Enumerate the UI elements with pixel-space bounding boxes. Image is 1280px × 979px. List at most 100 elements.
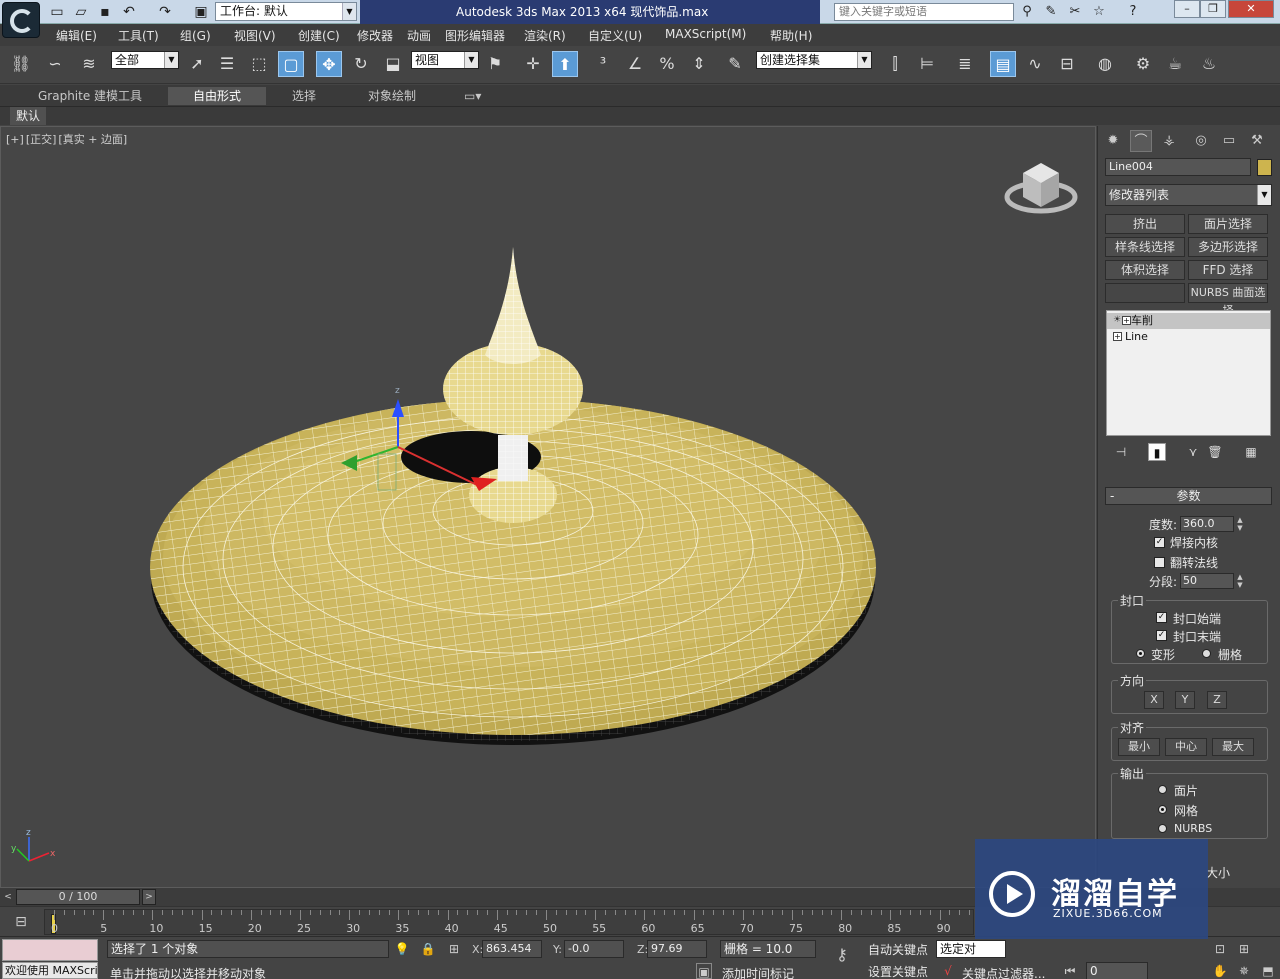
curve-editor-icon[interactable]: ∿ (1022, 51, 1048, 77)
save-file-icon[interactable]: ▪ (96, 4, 114, 20)
select-by-name-icon[interactable]: ☰ (214, 51, 240, 77)
bind-space-warp-icon[interactable]: ≋ (76, 51, 102, 77)
material-editor-icon[interactable]: ◍ (1092, 51, 1118, 77)
stack-item-line[interactable]: + Line (1107, 329, 1270, 345)
output-patch-radio[interactable] (1158, 785, 1167, 794)
pan-view-icon[interactable]: ✋ (1212, 963, 1228, 979)
rendered-frame-window-icon[interactable]: ☕ (1162, 51, 1188, 77)
motion-panel-icon[interactable]: ◎ (1190, 130, 1212, 152)
menu-graph-editors[interactable]: 图形编辑器 (445, 27, 505, 44)
ffd-select-button[interactable]: FFD 选择 (1188, 260, 1268, 280)
object-name-field[interactable]: Line004 (1105, 158, 1251, 176)
show-end-result-icon[interactable]: ▮ (1148, 443, 1166, 461)
time-slider-thumb[interactable]: 0 / 100 (16, 889, 140, 905)
add-time-tag-label[interactable]: 添加时间标记 (722, 965, 794, 979)
spline-select-button[interactable]: 样条线选择 (1105, 237, 1185, 257)
time-slider-next-icon[interactable]: > (142, 889, 156, 905)
expand-icon[interactable]: + (1122, 316, 1131, 325)
open-mini-curve-editor-icon[interactable]: ⊟ (6, 911, 36, 933)
modifier-stack[interactable]: ☀ + 车削 + Line (1106, 310, 1271, 436)
select-object-icon[interactable]: ➚ (184, 51, 210, 77)
extrude-button[interactable]: 挤出 (1105, 214, 1185, 234)
tab-selection[interactable]: 选择 (284, 87, 324, 105)
z-coordinate-field[interactable]: 97.69 (647, 940, 707, 958)
stem[interactable] (498, 435, 528, 481)
menu-customize[interactable]: 自定义(U) (588, 27, 642, 44)
named-selection-dropdown[interactable]: 创建选择集 ▼ (756, 51, 872, 69)
keyboard-shortcut-override-icon[interactable]: ⬆ (552, 51, 578, 77)
selected-set-dropdown[interactable]: 选定对 (936, 940, 1006, 958)
selection-filter-dropdown[interactable]: 全部 ▼ (111, 51, 179, 69)
perspective-viewport[interactable]: [+] [正交] [真实 + 边面] z z x y (0, 126, 1096, 888)
y-coordinate-field[interactable]: -0.0 (564, 940, 624, 958)
weld-core-checkbox[interactable]: ✓ (1154, 537, 1165, 548)
ribbon-options-icon[interactable]: ▭▾ (456, 87, 489, 105)
x-coordinate-field[interactable]: 863.454 (482, 940, 542, 958)
isolate-selection-icon[interactable]: 💡 (394, 941, 410, 957)
select-and-move-icon[interactable]: ✥ (316, 51, 342, 77)
close-button[interactable]: ✕ (1228, 0, 1274, 18)
tab-graphite[interactable]: Graphite 建模工具 (30, 87, 150, 105)
direction-y-button[interactable]: Y (1175, 691, 1195, 709)
snaps-toggle-icon[interactable]: ³ (590, 51, 616, 77)
time-slider-prev-icon[interactable]: < (2, 890, 14, 904)
menu-views[interactable]: 视图(V) (234, 27, 276, 44)
poly-select-button[interactable]: 多边形选择 (1188, 237, 1268, 257)
cap-start-checkbox[interactable]: ✓ (1156, 612, 1167, 623)
menu-create[interactable]: 创建(C) (298, 27, 340, 44)
maxscript-listener-mini[interactable] (2, 939, 98, 961)
patch-select-button[interactable]: 面片选择 (1188, 214, 1268, 234)
new-file-icon[interactable]: ▭ (48, 4, 66, 20)
volume-select-button[interactable]: 体积选择 (1105, 260, 1185, 280)
redo-icon[interactable]: ↷ (156, 4, 174, 20)
menu-modifiers[interactable]: 修改器 (357, 27, 393, 44)
tools-icon[interactable]: ✂ (1066, 4, 1084, 20)
menu-group[interactable]: 组(G) (180, 27, 211, 44)
nurbs-surface-select-button[interactable]: NURBS 曲面选择 (1188, 283, 1268, 317)
configure-modifier-sets-icon[interactable]: ▦ (1242, 443, 1260, 461)
go-to-start-icon[interactable]: ⏮ (1062, 963, 1078, 979)
undo-icon[interactable]: ↶ (120, 4, 138, 20)
frame-ruler[interactable]: 0 5 10 15 20 25 30 35 40 45 50 55 60 65 70 75 80 85 90 (44, 909, 974, 935)
viewcube[interactable] (1004, 163, 1078, 214)
degrees-spinner[interactable]: 360.0 ▲ ▼ (1180, 516, 1243, 532)
output-mesh-radio[interactable] (1158, 805, 1167, 814)
hierarchy-panel-icon[interactable]: ⚶ (1158, 130, 1180, 152)
lightbulb-icon[interactable]: ☀ (1113, 315, 1121, 325)
menu-tools[interactable]: 工具(T) (118, 27, 159, 44)
parameters-rollout-header[interactable]: - 参数 (1105, 487, 1272, 505)
auto-key-button[interactable]: 自动关键点 (868, 941, 928, 958)
orbit-icon[interactable]: ✵ (1236, 963, 1252, 979)
absolute-mode-transform-icon[interactable]: ⊞ (446, 941, 462, 957)
align-min-button[interactable]: 最小 (1118, 738, 1160, 756)
project-folder-icon[interactable]: ▣ (192, 4, 210, 20)
render-setup-icon[interactable]: ⚙ (1130, 51, 1156, 77)
key-filters-button[interactable]: 关键点过滤器... (962, 965, 1045, 979)
empty-modifier-button[interactable] (1105, 283, 1185, 303)
menu-animation[interactable]: 动画 (407, 27, 431, 44)
display-panel-icon[interactable]: ▭ (1218, 130, 1240, 152)
zoom-extents-all-icon[interactable]: ⊞ (1236, 941, 1252, 957)
schematic-view-icon[interactable]: ⊟ (1054, 51, 1080, 77)
flip-normals-checkbox[interactable] (1154, 557, 1165, 568)
maximize-viewport-icon[interactable]: ⬒ (1260, 963, 1276, 979)
direction-z-button[interactable]: Z (1207, 691, 1227, 709)
app-logo[interactable] (2, 2, 40, 38)
maxscript-welcome[interactable]: 欢迎使用 MAXScri (2, 962, 98, 979)
segments-spinner[interactable]: 50 ▲ ▼ (1180, 573, 1243, 589)
menu-edit[interactable]: 编辑(E) (56, 27, 97, 44)
remove-modifier-icon[interactable]: 🗑 (1206, 443, 1224, 461)
ribbon-default-label[interactable]: 默认 (10, 107, 47, 125)
communication-center-icon[interactable]: ✎ (1042, 4, 1060, 20)
layer-manager-icon[interactable]: ≣ (952, 51, 978, 77)
align-max-button[interactable]: 最大 (1212, 738, 1254, 756)
key-filter-icon[interactable]: √ (940, 963, 956, 979)
link-icon[interactable]: ⛓ (8, 51, 34, 77)
help-search-input[interactable]: 键入关键字或短语 (834, 3, 1014, 21)
morph-radio[interactable] (1136, 649, 1145, 658)
percent-snap-icon[interactable]: % (654, 51, 680, 77)
current-frame-field[interactable]: 0 (1086, 962, 1148, 979)
favorites-star-icon[interactable]: ☆ (1090, 4, 1108, 20)
workspace-dropdown[interactable]: 工作台: 默认 ▼ (215, 2, 357, 21)
set-key-button[interactable]: 设置关键点 (868, 963, 928, 979)
